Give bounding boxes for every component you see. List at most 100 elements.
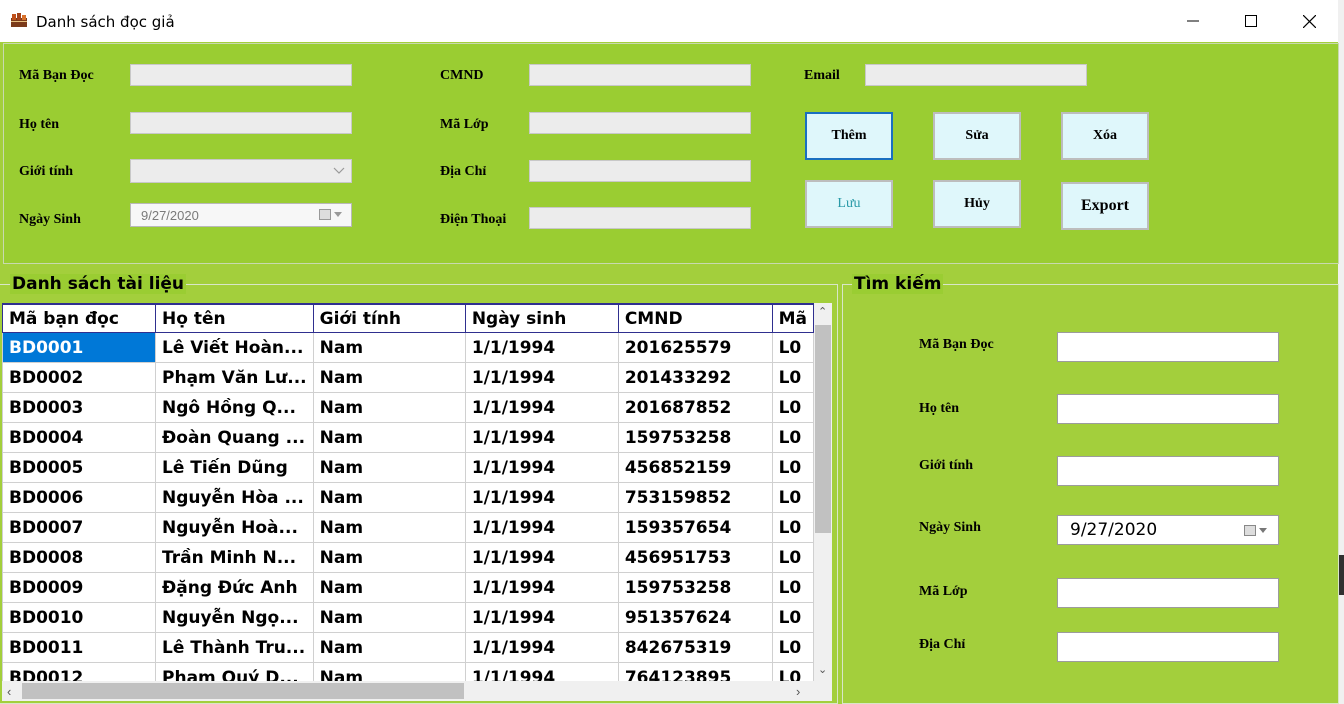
- table-cell[interactable]: BD0002: [2, 362, 157, 393]
- xoa-button[interactable]: Xóa: [1061, 112, 1149, 160]
- table-cell[interactable]: 1/1/1994: [464, 392, 619, 423]
- table-cell[interactable]: L0: [771, 572, 814, 603]
- grid-horizontal-scrollbar[interactable]: ‹ ›: [2, 681, 814, 701]
- table-cell[interactable]: 1/1/1994: [464, 512, 619, 543]
- table-cell[interactable]: 456951753: [617, 542, 773, 573]
- sua-button[interactable]: Sửa: [933, 112, 1021, 160]
- table-cell[interactable]: Nam: [312, 572, 466, 603]
- table-row[interactable]: BD0010 Nguyễn Ngọ... Nam 1/1/1994 951357624 L…: [2, 602, 814, 633]
- col-header-ma-lop[interactable]: Mã: [771, 303, 814, 333]
- table-cell[interactable]: 1/1/1994: [464, 572, 619, 603]
- table-cell[interactable]: Nguyễn Ngọ...: [155, 602, 314, 633]
- table-cell[interactable]: L0: [771, 332, 814, 363]
- table-cell[interactable]: 1/1/1994: [464, 482, 619, 513]
- table-cell[interactable]: 201625579: [617, 332, 773, 363]
- maximize-button[interactable]: [1222, 0, 1280, 42]
- grid-vertical-scrollbar[interactable]: ⌃ ⌄: [814, 303, 832, 681]
- huy-button[interactable]: Hủy: [933, 180, 1021, 228]
- table-cell[interactable]: L0: [771, 542, 814, 573]
- ma-ban-doc-input[interactable]: [130, 64, 352, 86]
- table-cell[interactable]: BD0004: [2, 422, 157, 453]
- col-header-gioi-tinh[interactable]: Giới tính: [312, 303, 466, 333]
- table-cell[interactable]: 842675319: [617, 632, 773, 663]
- table-row[interactable]: BD0005 Lê Tiến Dũng Nam 1/1/1994 456852159 L0: [2, 452, 814, 483]
- export-button[interactable]: Export: [1061, 182, 1149, 230]
- table-cell[interactable]: 1/1/1994: [464, 662, 619, 681]
- table-cell[interactable]: Nguyễn Hòa ...: [155, 482, 314, 513]
- col-header-ngay-sinh[interactable]: Ngày sinh: [464, 303, 619, 333]
- table-cell[interactable]: BD0001: [2, 332, 157, 363]
- table-cell[interactable]: BD0006: [2, 482, 157, 513]
- table-row[interactable]: BD0006 Nguyễn Hòa ... Nam 1/1/1994 753159852…: [2, 482, 814, 513]
- luu-button[interactable]: Lưu: [805, 180, 893, 228]
- scroll-down-icon[interactable]: ⌄: [818, 663, 827, 676]
- table-cell[interactable]: 201433292: [617, 362, 773, 393]
- table-cell[interactable]: Đoàn Quang ...: [155, 422, 314, 453]
- search-ma-lop-input[interactable]: [1057, 578, 1279, 608]
- table-cell[interactable]: BD0003: [2, 392, 157, 423]
- search-ma-ban-doc-input[interactable]: [1057, 332, 1279, 362]
- col-header-ma-ban-doc[interactable]: Mã bạn đọc: [2, 303, 157, 333]
- table-cell[interactable]: L0: [771, 392, 814, 423]
- table-row[interactable]: BD0009 Đặng Đức Anh Nam 1/1/1994 159753258 L0: [2, 572, 814, 603]
- table-cell[interactable]: Lê Tiến Dũng: [155, 452, 314, 483]
- scroll-left-icon[interactable]: ‹: [7, 684, 11, 699]
- table-cell[interactable]: Nam: [312, 482, 466, 513]
- vertical-scroll-thumb[interactable]: [815, 325, 831, 533]
- table-cell[interactable]: Phạm Văn Lư...: [155, 362, 314, 393]
- table-cell[interactable]: L0: [771, 482, 814, 513]
- table-row[interactable]: BD0008 Trần Minh N... Nam 1/1/1994 456951753…: [2, 542, 814, 573]
- table-cell[interactable]: BD0012: [2, 662, 157, 681]
- table-cell[interactable]: 159357654: [617, 512, 773, 543]
- horizontal-scroll-thumb[interactable]: [22, 683, 464, 699]
- table-cell[interactable]: Lê Thành Tru...: [155, 632, 314, 663]
- table-cell[interactable]: L0: [771, 362, 814, 393]
- table-cell[interactable]: Nam: [312, 392, 466, 423]
- dien-thoai-input[interactable]: [529, 207, 751, 229]
- search-gioi-tinh-input[interactable]: [1057, 456, 1279, 486]
- gioi-tinh-combobox[interactable]: [130, 159, 352, 183]
- table-cell[interactable]: 764123895: [617, 662, 773, 681]
- search-ho-ten-input[interactable]: [1057, 394, 1279, 424]
- table-cell[interactable]: L0: [771, 662, 814, 681]
- table-cell[interactable]: Nam: [312, 512, 466, 543]
- table-cell[interactable]: 159753258: [617, 572, 773, 603]
- table-cell[interactable]: Nam: [312, 632, 466, 663]
- scroll-up-icon[interactable]: ⌃: [818, 305, 827, 318]
- search-ngay-sinh-datepicker[interactable]: 9/27/2020: [1057, 515, 1279, 545]
- ho-ten-input[interactable]: [130, 112, 352, 134]
- ngay-sinh-datepicker[interactable]: 9/27/2020: [130, 203, 352, 227]
- table-cell[interactable]: Nam: [312, 602, 466, 633]
- table-cell[interactable]: Phạm Quý D...: [155, 662, 314, 681]
- table-row[interactable]: BD0007 Nguyễn Hoà... Nam 1/1/1994 159357654 L…: [2, 512, 814, 543]
- table-cell[interactable]: Trần Minh N...: [155, 542, 314, 573]
- table-cell[interactable]: Ngô Hồng Q...: [155, 392, 314, 423]
- table-cell[interactable]: Nam: [312, 422, 466, 453]
- table-row[interactable]: BD0001 Lê Viết Hoàn... Nam 1/1/1994 20162557…: [2, 332, 814, 363]
- table-cell[interactable]: 1/1/1994: [464, 452, 619, 483]
- table-cell[interactable]: Đặng Đức Anh: [155, 572, 314, 603]
- table-cell[interactable]: 1/1/1994: [464, 332, 619, 363]
- table-cell[interactable]: 1/1/1994: [464, 632, 619, 663]
- close-button[interactable]: [1280, 0, 1338, 42]
- table-row[interactable]: BD0004 Đoàn Quang ... Nam 1/1/1994 159753258…: [2, 422, 814, 453]
- table-cell[interactable]: Nam: [312, 662, 466, 681]
- search-dia-chi-input[interactable]: [1057, 632, 1279, 662]
- table-cell[interactable]: BD0011: [2, 632, 157, 663]
- col-header-cmnd[interactable]: CMND: [617, 303, 773, 333]
- them-button[interactable]: Thêm: [805, 112, 893, 160]
- table-cell[interactable]: Nam: [312, 332, 466, 363]
- table-cell[interactable]: Lê Viết Hoàn...: [155, 332, 314, 363]
- table-row[interactable]: BD0012 Phạm Quý D... Nam 1/1/1994 764123895 L…: [2, 662, 814, 681]
- table-cell[interactable]: BD0009: [2, 572, 157, 603]
- col-header-ho-ten[interactable]: Họ tên: [155, 303, 314, 333]
- table-cell[interactable]: BD0007: [2, 512, 157, 543]
- table-cell[interactable]: 159753258: [617, 422, 773, 453]
- table-cell[interactable]: BD0005: [2, 452, 157, 483]
- table-cell[interactable]: L0: [771, 452, 814, 483]
- table-cell[interactable]: 951357624: [617, 602, 773, 633]
- ma-lop-input[interactable]: [529, 112, 751, 134]
- table-cell[interactable]: 201687852: [617, 392, 773, 423]
- dia-chi-input[interactable]: [529, 160, 751, 182]
- scroll-right-icon[interactable]: ›: [796, 684, 800, 699]
